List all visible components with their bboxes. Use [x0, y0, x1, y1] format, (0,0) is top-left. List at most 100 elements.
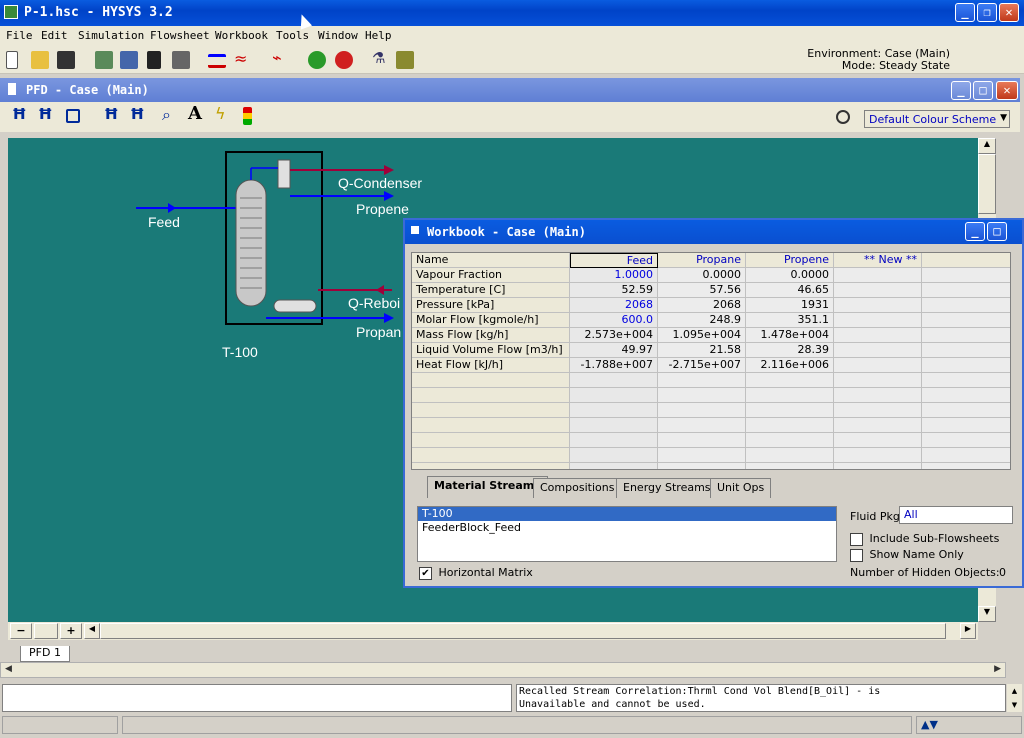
table-cell[interactable]	[834, 343, 922, 358]
table-cell[interactable]	[922, 418, 1010, 433]
break-connection-icon[interactable]: Ħ	[104, 105, 122, 123]
table-cell[interactable]	[746, 388, 834, 403]
list-item[interactable]: T-100	[418, 507, 836, 521]
zoom-all-icon[interactable]	[66, 109, 80, 123]
table-cell[interactable]	[834, 313, 922, 328]
table-cell[interactable]	[834, 433, 922, 448]
menu-window[interactable]: Window	[318, 29, 358, 42]
include-sub-flowsheets-option[interactable]: Include Sub-Flowsheets	[850, 532, 999, 546]
table-cell[interactable]	[746, 418, 834, 433]
flask-icon[interactable]: ⚗	[372, 49, 390, 67]
zoom-out-button[interactable]: −	[10, 623, 32, 639]
main-scroll-right[interactable]: ▶	[994, 664, 1001, 674]
tab-unit-ops[interactable]: Unit Ops	[710, 478, 772, 498]
table-cell[interactable]	[834, 373, 922, 388]
workbook-minimize-button[interactable]: _	[965, 222, 985, 241]
table-cell[interactable]	[922, 373, 1010, 388]
col-header-new[interactable]: ** New **	[834, 253, 922, 268]
menu-tools[interactable]: Tools	[276, 29, 309, 42]
include-sub-flowsheets-checkbox[interactable]	[850, 532, 863, 546]
table-cell[interactable]: -2.715e+007	[658, 358, 746, 373]
col-header-feed[interactable]: Feed	[570, 253, 658, 268]
show-name-only-checkbox[interactable]	[850, 548, 863, 562]
minimize-button[interactable]: _	[955, 3, 975, 22]
colour-scheme-icon[interactable]	[836, 110, 850, 124]
databook-icon[interactable]	[172, 51, 190, 69]
label-column[interactable]: T-100	[222, 344, 258, 360]
table-cell[interactable]	[922, 343, 1010, 358]
menu-flowsheet[interactable]: Flowsheet	[150, 29, 210, 42]
table-cell[interactable]: 248.9	[658, 313, 746, 328]
table-cell[interactable]	[834, 358, 922, 373]
attach-mode-icon[interactable]: Ħ	[130, 105, 148, 123]
table-cell[interactable]	[570, 403, 658, 418]
tab-pfd-1[interactable]: PFD 1	[20, 646, 70, 662]
stream-icon[interactable]	[208, 54, 226, 68]
fluid-pkg-select[interactable]: All	[899, 506, 1013, 524]
message-scrollbar[interactable]: ▲ ▼	[1007, 684, 1022, 712]
binoculars-icon[interactable]	[147, 51, 161, 69]
table-cell[interactable]: 2.116e+006	[746, 358, 834, 373]
main-horizontal-scrollbar[interactable]: ◀ ▶	[0, 662, 1006, 678]
table-cell[interactable]: 28.39	[746, 343, 834, 358]
table-cell[interactable]	[922, 283, 1010, 298]
move-mode-icon[interactable]: Ħ	[38, 105, 56, 123]
pfd-close-button[interactable]: ✕	[996, 81, 1018, 100]
table-cell[interactable]	[570, 373, 658, 388]
table-cell[interactable]: 57.56	[658, 283, 746, 298]
save-icon[interactable]	[57, 51, 75, 69]
scroll-up-button[interactable]: ▲	[978, 138, 996, 154]
scroll-thumb[interactable]	[978, 154, 996, 214]
menu-edit[interactable]: Edit	[41, 29, 68, 42]
table-cell[interactable]	[922, 403, 1010, 418]
table-cell[interactable]	[570, 418, 658, 433]
table-cell[interactable]: 49.97	[570, 343, 658, 358]
table-cell[interactable]	[834, 298, 922, 313]
table-cell[interactable]: 1931	[746, 298, 834, 313]
table-cell[interactable]	[746, 463, 834, 469]
label-reboiler[interactable]: Q-Reboi	[348, 295, 400, 311]
show-name-only-option[interactable]: Show Name Only	[850, 548, 964, 562]
command-input[interactable]	[2, 684, 512, 712]
table-cell[interactable]: 351.1	[746, 313, 834, 328]
table-cell[interactable]	[922, 448, 1010, 463]
col-header-propene[interactable]: Propene	[746, 253, 834, 268]
table-cell[interactable]	[922, 388, 1010, 403]
close-button[interactable]: ✕	[999, 3, 1019, 22]
table-cell[interactable]: 600.0	[570, 313, 658, 328]
component-icon[interactable]	[396, 51, 414, 69]
label-condenser[interactable]: Q-Condenser	[338, 175, 422, 191]
table-cell[interactable]	[922, 298, 1010, 313]
size-mode-icon[interactable]: Ħ	[12, 105, 30, 123]
palette-icon[interactable]	[243, 107, 252, 125]
table-cell[interactable]	[834, 448, 922, 463]
label-feed[interactable]: Feed	[148, 214, 180, 230]
pfd-minimize-button[interactable]: _	[951, 81, 971, 100]
horizontal-matrix-checkbox[interactable]: ✔	[419, 566, 432, 580]
zoom-fit-button[interactable]	[34, 623, 58, 639]
table-cell[interactable]	[746, 448, 834, 463]
menu-file[interactable]: File	[6, 29, 33, 42]
colour-scheme-select[interactable]: Default Colour Scheme ▼	[864, 110, 1010, 128]
object-listbox[interactable]: T-100 FeederBlock_Feed	[417, 506, 837, 562]
energy-stream-icon[interactable]: ≈	[234, 49, 252, 68]
table-cell[interactable]	[834, 463, 922, 469]
table-cell[interactable]: 1.095e+004	[658, 328, 746, 343]
restore-button[interactable]: ❐	[977, 3, 997, 22]
table-cell[interactable]: 0.0000	[746, 268, 834, 283]
table-cell[interactable]	[922, 268, 1010, 283]
label-propene[interactable]: Propene	[356, 201, 409, 217]
recycle-icon[interactable]: ⌁	[272, 48, 290, 67]
table-cell[interactable]: 2.573e+004	[570, 328, 658, 343]
table-cell[interactable]	[658, 373, 746, 388]
solver-hold-icon[interactable]	[335, 51, 353, 69]
table-cell[interactable]: 1.478e+004	[746, 328, 834, 343]
label-propane[interactable]: Propan	[356, 324, 401, 340]
table-cell[interactable]	[834, 328, 922, 343]
table-cell[interactable]	[658, 433, 746, 448]
table-cell[interactable]	[922, 433, 1010, 448]
menu-workbook[interactable]: Workbook	[215, 29, 268, 42]
workbook-icon[interactable]	[120, 51, 138, 69]
table-cell[interactable]: 21.58	[658, 343, 746, 358]
tab-material-streams[interactable]: Material Streams	[427, 476, 548, 498]
